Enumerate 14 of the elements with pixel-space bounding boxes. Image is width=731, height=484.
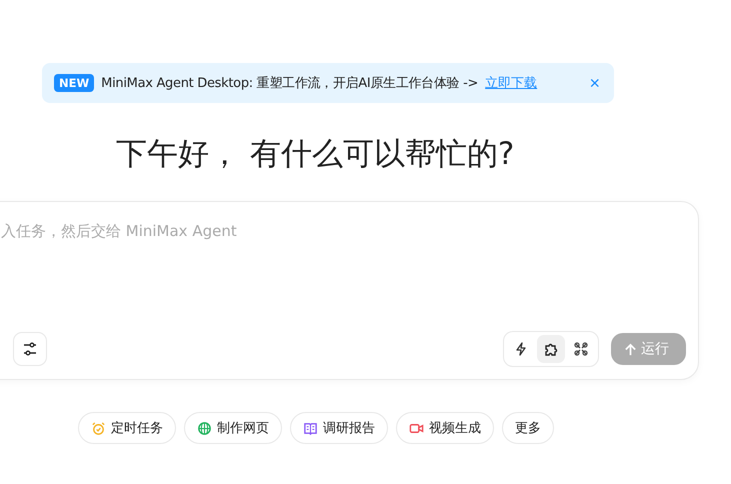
tools-icon (573, 341, 589, 357)
greeting-heading: 下午好， 有什么可以帮忙的? (116, 135, 514, 174)
puzzle-mode-button[interactable] (537, 335, 565, 363)
shortcut-chip[interactable]: 视频生成 (396, 412, 494, 444)
shortcut-chip[interactable]: 更多 (502, 412, 554, 444)
shortcut-chip[interactable]: 调研报告 (290, 412, 388, 444)
puzzle-icon (543, 341, 559, 357)
announcement-text: MiniMax Agent Desktop: 重塑工作流，开启AI原生工作台体验 -> (101, 75, 478, 92)
arrow-up-icon (624, 342, 637, 356)
shortcut-chip[interactable]: 制作网页 (184, 412, 282, 444)
shortcut-chip[interactable]: 定时任务 (78, 412, 176, 444)
settings-sliders-button[interactable] (13, 332, 47, 366)
sliders-icon (22, 341, 38, 357)
new-badge: NEW (54, 74, 94, 92)
